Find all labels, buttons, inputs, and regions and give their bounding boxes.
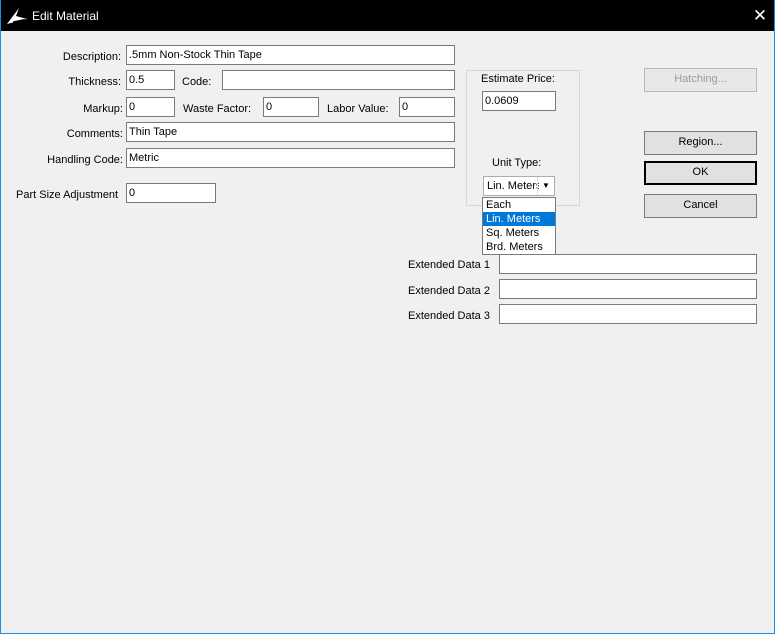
hatching-button[interactable]: Hatching...: [644, 68, 757, 92]
unit-option-brd-meters[interactable]: Brd. Meters: [483, 240, 555, 254]
labor-value-field[interactable]: 0: [399, 97, 455, 117]
markup-field[interactable]: 0: [126, 97, 175, 117]
handling-code-label: Handling Code:: [47, 154, 123, 166]
handling-code-field[interactable]: Metric: [126, 148, 455, 168]
extended-data-1-label: Extended Data 1: [408, 259, 490, 271]
app-logo-icon: [7, 8, 27, 24]
unit-option-lin-meters[interactable]: Lin. Meters: [483, 212, 555, 226]
region-button[interactable]: Region...: [644, 131, 757, 155]
unit-type-label: Unit Type:: [492, 157, 542, 169]
extended-data-3-field[interactable]: [499, 304, 757, 324]
waste-factor-label: Waste Factor:: [183, 103, 252, 115]
edit-material-dialog: Edit Material ✕ Description: .5mm Non-St…: [0, 0, 775, 634]
code-field[interactable]: [222, 70, 455, 90]
waste-factor-field[interactable]: 0: [263, 97, 319, 117]
comments-label: Comments:: [66, 128, 123, 140]
ok-button[interactable]: OK: [644, 161, 757, 185]
unit-option-sq-meters[interactable]: Sq. Meters: [483, 226, 555, 240]
extended-data-3-label: Extended Data 3: [408, 310, 490, 322]
unit-option-each[interactable]: Each: [483, 198, 555, 212]
comments-field[interactable]: Thin Tape: [126, 122, 455, 142]
estimate-price-field[interactable]: 0.0609: [482, 91, 556, 111]
cancel-button[interactable]: Cancel: [644, 194, 757, 218]
code-label: Code:: [182, 76, 212, 88]
title-bar[interactable]: Edit Material ✕: [1, 0, 774, 31]
estimate-price-label: Estimate Price:: [481, 73, 555, 85]
description-field[interactable]: .5mm Non-Stock Thin Tape: [126, 45, 455, 65]
thickness-label: Thickness:: [68, 76, 121, 88]
close-button[interactable]: ✕: [749, 5, 771, 27]
extended-data-1-field[interactable]: [499, 254, 757, 274]
unit-type-options-list: Each Lin. Meters Sq. Meters Brd. Meters: [482, 197, 556, 255]
part-size-adjustment-label: Part Size Adjustment: [16, 189, 119, 201]
part-size-adjustment-field[interactable]: 0: [126, 183, 216, 203]
unit-type-selected-value: Lin. Meters: [487, 180, 539, 192]
chevron-down-icon[interactable]: ▼: [537, 177, 554, 195]
unit-type-dropdown[interactable]: Lin. Meters ▼: [483, 176, 555, 196]
extended-data-2-label: Extended Data 2: [408, 285, 490, 297]
markup-label: Markup:: [83, 103, 123, 115]
extended-data-2-field[interactable]: [499, 279, 757, 299]
labor-value-label: Labor Value:: [327, 103, 389, 115]
close-icon: ✕: [752, 6, 768, 25]
thickness-field[interactable]: 0.5: [126, 70, 175, 90]
window-title: Edit Material: [32, 9, 99, 23]
description-label: Description:: [62, 51, 121, 63]
